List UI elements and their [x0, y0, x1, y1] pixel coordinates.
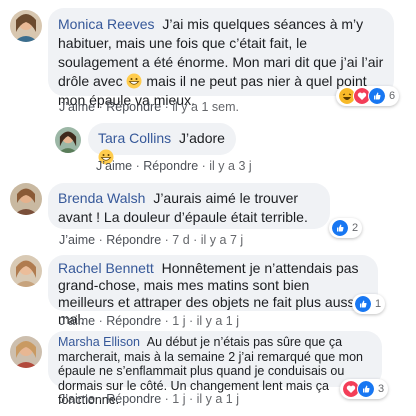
- comment-author[interactable]: Tara Collins: [98, 130, 171, 146]
- reply-button[interactable]: Répondre: [143, 159, 198, 173]
- comment-bubble: Tara Collins J’adore: [88, 123, 236, 165]
- comment-bubble: Marsha Ellison Au début je n’étais pas s…: [48, 331, 382, 407]
- comment-author[interactable]: Rachel Bennett: [58, 260, 154, 276]
- comment-bubble: Brenda Walsh J’aurais aimé le trouver av…: [48, 183, 330, 229]
- timestamp[interactable]: 7 d · il y a 7 j: [172, 233, 243, 247]
- timestamp[interactable]: il y a 3 j: [209, 159, 251, 173]
- like-button[interactable]: J’aime: [59, 314, 95, 328]
- reply-button[interactable]: Répondre: [106, 100, 161, 114]
- reaction-count: 6: [389, 90, 396, 102]
- reply-button[interactable]: Répondre: [106, 392, 161, 406]
- like-icon: [331, 219, 349, 237]
- reaction-count: 2: [352, 222, 359, 234]
- reaction-count: 3: [378, 383, 385, 395]
- reply-button[interactable]: Répondre: [106, 314, 161, 328]
- timestamp[interactable]: il y a 1 sem.: [172, 100, 239, 114]
- avatar[interactable]: [10, 183, 42, 215]
- comment-bubble: Monica Reeves J’ai mis quelques séances …: [48, 8, 394, 108]
- comment-actions: J’aime · Répondre · 7 d · il y a 7 j: [59, 233, 244, 247]
- timestamp[interactable]: 1 j · il y a 1 j: [172, 314, 239, 328]
- like-button[interactable]: J’aime: [59, 100, 95, 114]
- comment-actions: J’aime · Répondre · 1 j · il y a 1 j: [59, 392, 239, 406]
- reply-button[interactable]: Répondre: [106, 233, 161, 247]
- avatar[interactable]: [10, 336, 42, 368]
- comment-actions: J’aime · Répondre · 1 j · il y a 1 j: [59, 314, 239, 328]
- like-icon: [354, 295, 372, 313]
- comment-actions: J’aime · Répondre · il y a 1 sem.: [59, 100, 239, 114]
- timestamp[interactable]: 1 j · il y a 1 j: [172, 392, 239, 406]
- comment-author[interactable]: Brenda Walsh: [58, 190, 145, 206]
- comment-bubble: Rachel Bennett Honnêtement je n’attendai…: [48, 255, 378, 327]
- grin-emoji-icon: [126, 73, 142, 89]
- reaction-summary[interactable]: 6: [336, 86, 400, 106]
- avatar[interactable]: [10, 255, 42, 287]
- like-button[interactable]: J’aime: [96, 159, 132, 173]
- like-button[interactable]: J’aime: [59, 392, 95, 406]
- reaction-count: 1: [375, 298, 382, 310]
- like-icon: [368, 87, 386, 105]
- comment-author[interactable]: Marsha Ellison: [58, 335, 140, 349]
- like-icon: [357, 380, 375, 398]
- avatar[interactable]: [10, 10, 42, 42]
- comment-text: J’adore: [179, 130, 225, 146]
- reaction-summary[interactable]: 2: [329, 218, 363, 238]
- comment-author[interactable]: Monica Reeves: [58, 16, 155, 32]
- reaction-summary[interactable]: 1: [352, 294, 386, 314]
- reaction-summary[interactable]: 3: [340, 379, 389, 399]
- comment-actions: J’aime · Répondre · il y a 3 j: [96, 159, 252, 173]
- like-button[interactable]: J’aime: [59, 233, 95, 247]
- avatar[interactable]: [55, 127, 81, 153]
